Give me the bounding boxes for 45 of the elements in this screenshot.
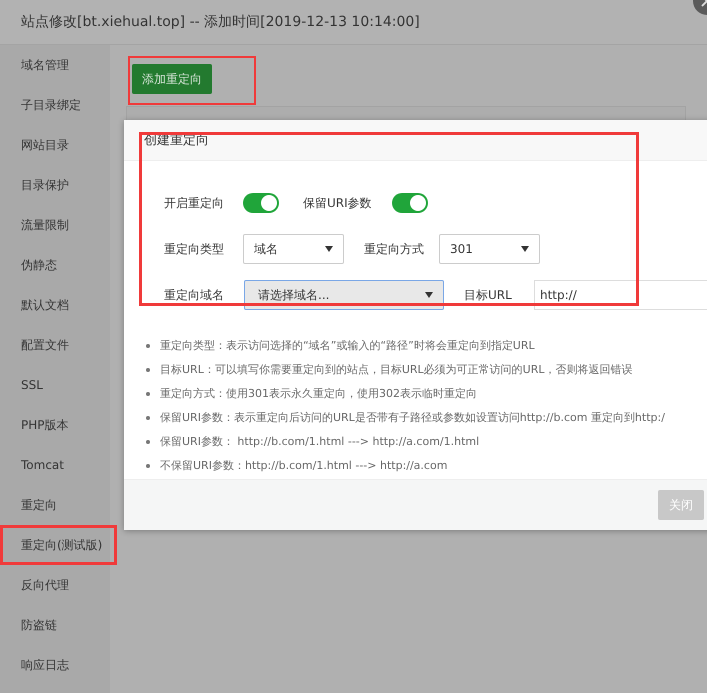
sidebar-item[interactable]: 子目录绑定: [0, 85, 110, 125]
toggle-switch[interactable]: [392, 193, 428, 213]
sidebar-item[interactable]: 配置文件: [0, 325, 110, 365]
sidebar-item[interactable]: 响应日志: [0, 645, 110, 685]
note-text: 保留URI参数：表示重定向后访问的URL是否带有子路径或参数如设置访问http://b.com 重定向到http:/: [160, 410, 665, 426]
sidebar-item[interactable]: 目录保护: [0, 165, 110, 205]
input-label: 目标URL: [464, 286, 513, 304]
toggle-switch[interactable]: [243, 193, 279, 213]
note-text: 目标URL：可以填写你需要重定向到的站点，目标URL必须为可正常访问的URL，否则将返回错误: [160, 362, 632, 378]
select-field[interactable]: 域名: [243, 234, 344, 264]
note-text: 重定向方式：使用301表示永久重定向，使用302表示临时重定向: [160, 386, 477, 402]
bullet-icon: [146, 344, 150, 348]
sidebar-item[interactable]: 伪静态: [0, 245, 110, 285]
select-label: 重定向方式: [364, 240, 425, 258]
note-text: 不保留URI参数：http://b.com/1.html ---> http://a.com: [160, 458, 448, 474]
bullet-icon: [146, 416, 150, 420]
sidebar-item[interactable]: 防盗链: [0, 605, 110, 645]
sidebar-item[interactable]: 网站目录: [0, 125, 110, 165]
sidebar-item[interactable]: 重定向: [0, 485, 110, 525]
select-field[interactable]: 301: [439, 234, 540, 264]
note-text: 保留URI参数： http://b.com/1.html ---> http://a.com/1.html: [160, 434, 480, 450]
add-redirect-button[interactable]: 添加重定向: [132, 64, 212, 94]
bullet-icon: [146, 392, 150, 396]
domain-select[interactable]: 请选择域名...: [244, 280, 444, 310]
select-label: 重定向类型: [164, 240, 225, 258]
sidebar-item[interactable]: SSL: [0, 365, 110, 405]
bullet-icon: [146, 440, 150, 444]
caret-icon: [325, 246, 333, 252]
caret-icon: [425, 292, 433, 298]
sidebar-item[interactable]: 流量限制: [0, 205, 110, 245]
bullet-icon: [146, 464, 150, 468]
bullet-icon: [146, 368, 150, 372]
sidebar-item[interactable]: Tomcat: [0, 445, 110, 485]
note-text: 重定向类型：表示访问选择的“域名”或输入的“路径”时将会重定向到指定URL: [160, 338, 535, 354]
toggle-label: 保留URI参数: [303, 194, 373, 212]
window-title: 站点修改[bt.xiehual.top] -- 添加时间[2019-12-13 10:14:00]: [21, 13, 420, 31]
toggle-label: 开启重定向: [164, 194, 225, 212]
url-input[interactable]: http://: [534, 280, 707, 310]
caret-icon: [521, 246, 529, 252]
sidebar-item[interactable]: 默认文档: [0, 285, 110, 325]
sidebar-item[interactable]: PHP版本: [0, 405, 110, 445]
sidebar-item[interactable]: 重定向(测试版): [0, 525, 117, 565]
sidebar-item[interactable]: 反向代理: [0, 565, 110, 605]
sidebar-item[interactable]: 域名管理: [0, 45, 110, 85]
select-label: 重定向域名: [164, 286, 225, 304]
